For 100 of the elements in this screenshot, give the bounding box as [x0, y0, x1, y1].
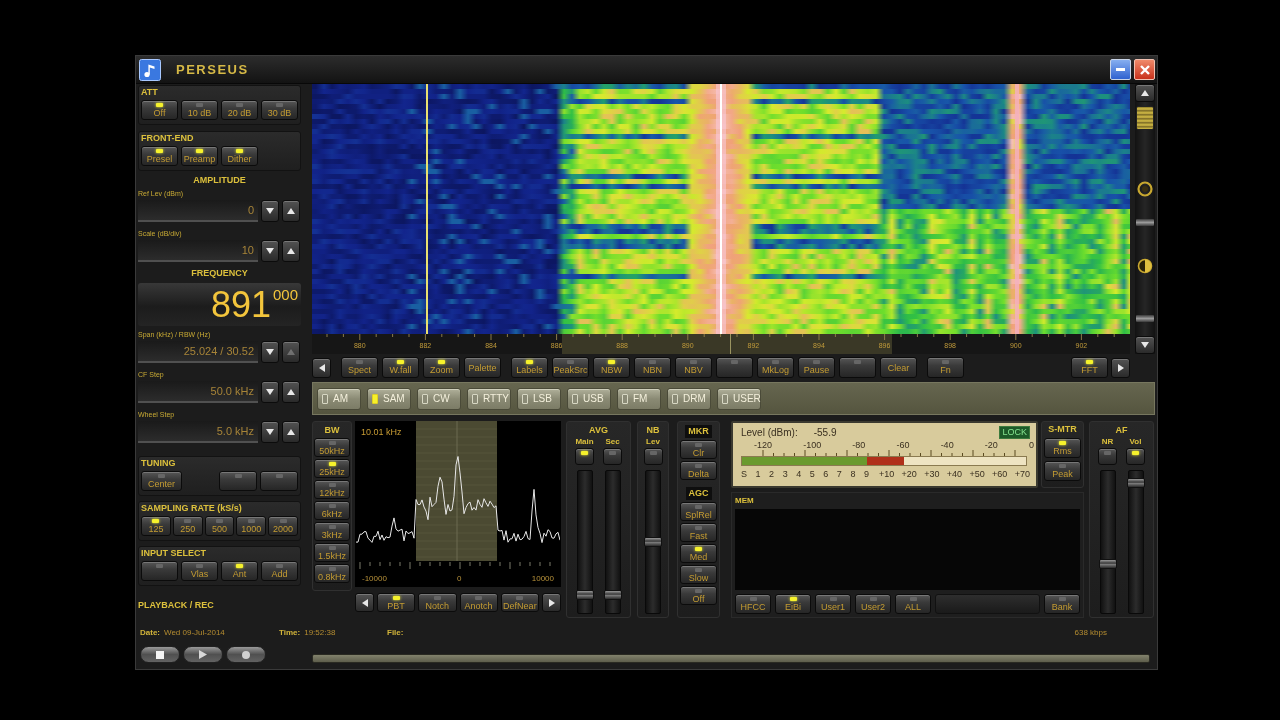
mode-button[interactable]: RTTY: [467, 387, 511, 410]
sampling-rate-button[interactable]: 500: [204, 516, 235, 536]
toolbar-button[interactable]: PeakSrc: [552, 357, 589, 378]
toggle-button[interactable]: [603, 448, 622, 465]
spin-up-button[interactable]: [282, 240, 300, 262]
playback-progress-track[interactable]: [312, 654, 1150, 663]
scroll-up-button[interactable]: [1135, 84, 1155, 102]
input-button[interactable]: Ant: [221, 561, 258, 581]
scroll-thumb[interactable]: [1136, 106, 1154, 130]
toolbar-button[interactable]: [716, 357, 753, 378]
bandwidth-button[interactable]: 50kHz: [314, 438, 350, 457]
input-button[interactable]: [141, 561, 178, 581]
memory-button[interactable]: ALL: [895, 594, 931, 614]
filter-button[interactable]: Anotch: [459, 593, 498, 612]
front-end-button[interactable]: Dither: [221, 146, 258, 166]
memory-button[interactable]: User1: [815, 594, 851, 614]
slider-thumb[interactable]: [575, 589, 594, 600]
brightness-icon[interactable]: [1137, 181, 1153, 197]
memory-button[interactable]: User2: [855, 594, 891, 614]
toggle-button[interactable]: [1126, 448, 1145, 465]
s-meter-button[interactable]: Peak: [1044, 461, 1081, 481]
slider-track[interactable]: [645, 470, 661, 614]
contrast-icon[interactable]: [1137, 258, 1153, 274]
waterfall-scrollbar[interactable]: [1135, 84, 1155, 354]
slider-track[interactable]: [604, 470, 621, 614]
sampling-rate-button[interactable]: 125: [141, 516, 171, 536]
attenuator-button[interactable]: 10 dB: [181, 100, 218, 120]
s-meter-button[interactable]: Rms: [1044, 438, 1081, 458]
shift-left-button[interactable]: [355, 593, 374, 612]
mode-button[interactable]: USER: [717, 387, 761, 410]
play-button[interactable]: [183, 646, 223, 663]
toggle-button[interactable]: [643, 448, 663, 465]
attenuator-button[interactable]: 30 dB: [261, 100, 298, 120]
spin-up-button[interactable]: [282, 421, 300, 443]
stop-button[interactable]: [140, 646, 180, 663]
mode-button[interactable]: CW: [417, 387, 461, 410]
slider-thumb[interactable]: [644, 537, 662, 547]
attenuator-button[interactable]: 20 dB: [221, 100, 258, 120]
input-button[interactable]: Add: [261, 561, 298, 581]
spin-down-button[interactable]: [261, 240, 279, 262]
agc-button[interactable]: Slow: [680, 565, 717, 584]
sampling-rate-button[interactable]: 250: [172, 516, 203, 536]
spin-up-button[interactable]: [282, 381, 300, 403]
mode-button[interactable]: SAM: [367, 387, 411, 410]
bandwidth-button[interactable]: 12kHz: [314, 480, 350, 499]
filter-button[interactable]: DefNear: [500, 593, 539, 612]
filter-button[interactable]: Notch: [418, 593, 457, 612]
marker-button[interactable]: Clr: [680, 440, 717, 459]
toolbar-button[interactable]: FFT: [1071, 357, 1108, 378]
slider-track[interactable]: [1127, 470, 1144, 614]
memory-button[interactable]: EiBi: [775, 594, 811, 614]
toolbar-button[interactable]: [839, 357, 876, 378]
front-end-button[interactable]: Presel: [141, 146, 178, 166]
attenuator-button[interactable]: Off: [141, 100, 178, 120]
slider-thumb[interactable]: [1126, 477, 1145, 488]
slider-thumb[interactable]: [603, 589, 622, 600]
spin-up-button[interactable]: [282, 200, 300, 222]
input-button[interactable]: Vlas: [181, 561, 218, 581]
bandwidth-button[interactable]: 0.8kHz: [314, 564, 350, 583]
mode-button[interactable]: USB: [567, 387, 611, 410]
scroll-left-button[interactable]: [312, 357, 331, 378]
agc-button[interactable]: SplRel: [680, 502, 717, 521]
sampling-rate-button[interactable]: 2000: [268, 516, 298, 536]
toolbar-button[interactable]: Fn: [927, 357, 964, 378]
slider-handle[interactable]: [1136, 315, 1154, 322]
marker-button[interactable]: Delta: [680, 461, 717, 480]
mode-button[interactable]: FM: [617, 387, 661, 410]
toolbar-button[interactable]: Labels: [511, 357, 548, 378]
scroll-down-button[interactable]: [1135, 336, 1155, 354]
slider-handle[interactable]: [1136, 219, 1154, 226]
toolbar-button[interactable]: Clear: [880, 357, 917, 378]
spin-down-button[interactable]: [261, 381, 279, 403]
toolbar-button[interactable]: Pause: [798, 357, 835, 378]
mode-button[interactable]: DRM: [667, 387, 711, 410]
bandwidth-button[interactable]: 25kHz: [314, 459, 350, 478]
scroll-right-button[interactable]: [1111, 357, 1130, 378]
bank-button[interactable]: Bank: [1044, 594, 1080, 614]
mode-button[interactable]: AM: [317, 387, 361, 410]
toolbar-button[interactable]: NBW: [593, 357, 630, 378]
slider-thumb[interactable]: [1098, 559, 1117, 570]
toolbar-button[interactable]: NBV: [675, 357, 712, 378]
close-button[interactable]: [1134, 59, 1155, 80]
spin-down-button[interactable]: [261, 341, 279, 363]
front-end-button[interactable]: Preamp: [181, 146, 218, 166]
slider-track[interactable]: [1099, 470, 1116, 614]
toolbar-button[interactable]: MkLog: [757, 357, 794, 378]
bandwidth-button[interactable]: 1.5kHz: [314, 543, 350, 562]
agc-button[interactable]: Fast: [680, 523, 717, 542]
minimize-button[interactable]: [1110, 59, 1131, 80]
tuning-button[interactable]: Center: [141, 471, 182, 491]
toolbar-button[interactable]: W.fall: [382, 357, 419, 378]
toolbar-button[interactable]: Palette: [464, 357, 501, 378]
filter-button[interactable]: PBT: [377, 593, 416, 612]
spin-down-button[interactable]: [261, 200, 279, 222]
shift-right-button[interactable]: [542, 593, 561, 612]
agc-button[interactable]: Med: [680, 544, 717, 563]
bandwidth-button[interactable]: 3kHz: [314, 522, 350, 541]
toolbar-button[interactable]: Spect: [341, 357, 378, 378]
toolbar-button[interactable]: NBN: [634, 357, 671, 378]
sampling-rate-button[interactable]: 1000: [236, 516, 267, 536]
